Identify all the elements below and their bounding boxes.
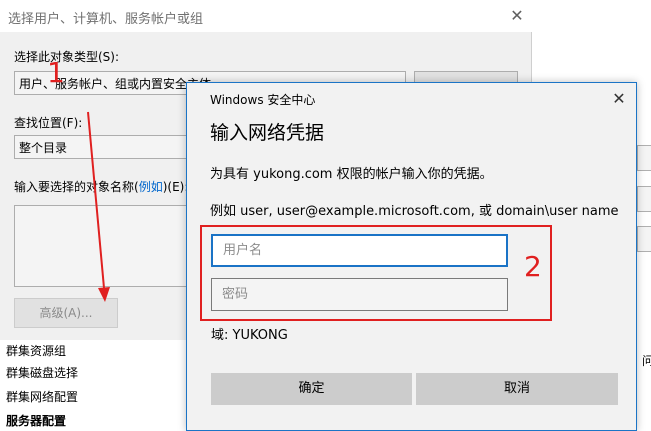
annotation-arrow-shaft <box>87 111 105 289</box>
annotation-arrow-head <box>98 287 110 302</box>
annotation-arrow <box>87 111 110 302</box>
annotation-highlight-box <box>200 225 552 321</box>
annotation-marker-1: 1 <box>47 56 65 89</box>
annotation-marker-2: 2 <box>524 250 542 283</box>
